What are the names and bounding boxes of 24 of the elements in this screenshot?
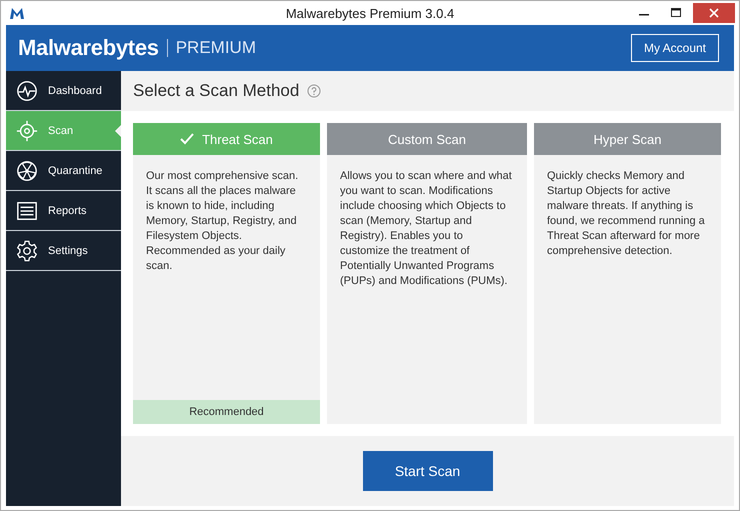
check-icon — [180, 133, 194, 145]
scan-description: Allows you to scan where and what you want to scan. Modifications include choosing which Objects to scan (Memory, Startup and Registry). Enables you to customize the treatment of Potentially Unwanted Programs (PUPs) and Modifications (PUMs). — [339, 169, 513, 289]
scan-method-card[interactable]: Threat Scan Our most comprehensive scan. It scans all the places malware is known to hide, including Memory, Startup, Registry, and Filesystem Objects. Recommended as your daily scan. Recommended — [133, 123, 320, 424]
brand-logo: Malwarebytes — [18, 35, 159, 61]
scan-description: Quickly checks Memory and Startup Objects for active malware threats. If anything is found, we recommend running a Threat Scan afterward for more comprehensive detection. — [546, 169, 706, 259]
target-icon — [16, 120, 38, 142]
pulse-icon — [16, 80, 38, 102]
scan-description: Our most comprehensive scan. It scans all the places malware is known to hide, including Memory, Startup, Registry, and Filesystem Objects. Recommended as your daily scan. — [145, 169, 300, 274]
recommended-label: Recommended — [133, 400, 320, 424]
close-icon — [709, 8, 719, 18]
help-icon[interactable] — [307, 84, 322, 98]
maximize-icon — [671, 8, 681, 18]
edition-label: PREMIUM — [176, 38, 256, 58]
scan-method-card[interactable] — [327, 123, 527, 424]
close-button[interactable] — [693, 3, 735, 23]
app-logo-icon — [9, 6, 25, 20]
report-icon — [16, 200, 38, 222]
page-title: Select a Scan Method — [133, 81, 300, 101]
window-title: Malwarebytes Premium 3.0.4 — [286, 6, 454, 20]
account-button[interactable]: My Account — [630, 34, 719, 62]
start-scan-button[interactable]: Start Scan — [362, 451, 492, 491]
radiation-icon — [16, 160, 38, 182]
settings-icon — [16, 240, 38, 262]
scan-method-card[interactable]: Hyper Scan Quickly checks Memory and Startup Objects for active malware threats. If anything is found, we recommend running a Threat Scan afterward for more comprehensive detection. — [534, 123, 721, 424]
